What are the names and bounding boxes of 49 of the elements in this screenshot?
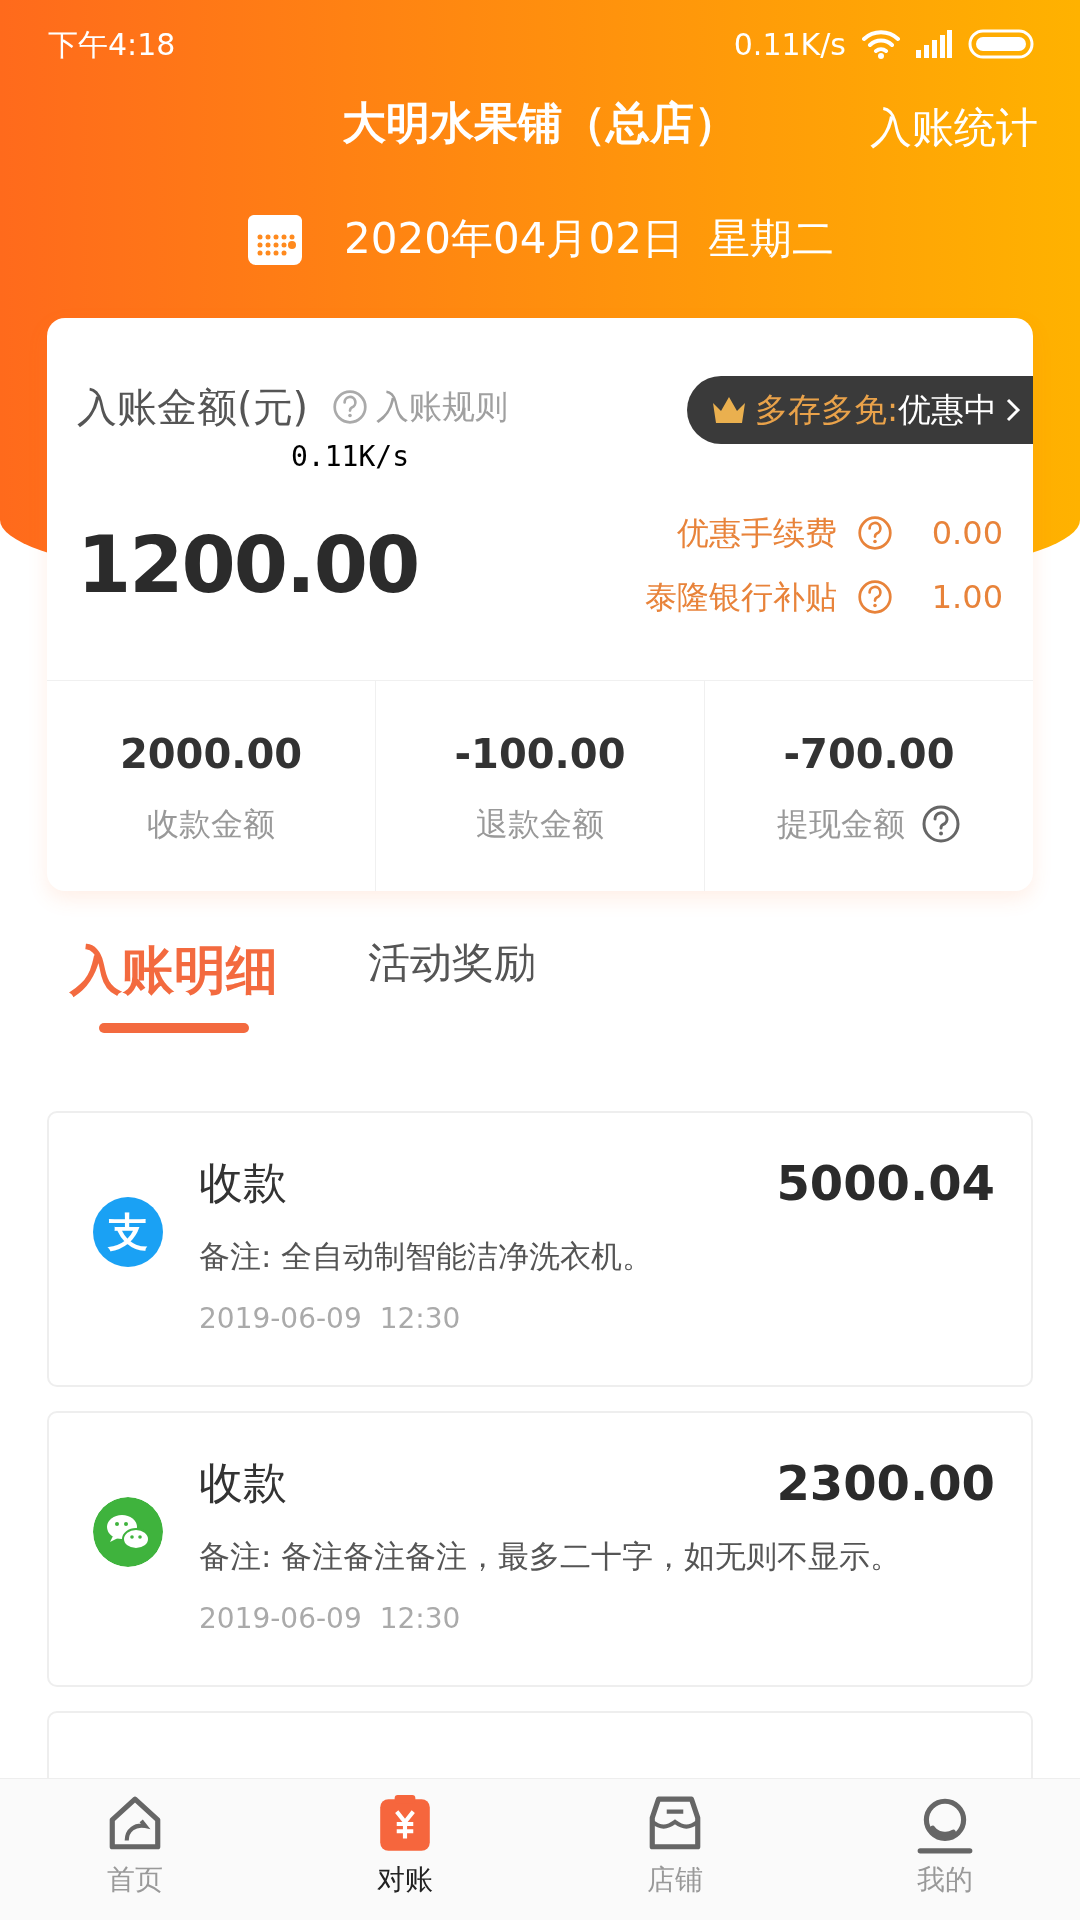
transaction-time: 12:30: [379, 1600, 461, 1637]
nav-tab[interactable]: 首页: [0, 1779, 270, 1920]
summary-label: 入账金额(元): [77, 383, 309, 432]
stats-link[interactable]: 入账统计: [870, 96, 1038, 159]
alipay-icon: 支: [93, 1197, 163, 1267]
chevron-right-icon: [1005, 396, 1021, 424]
adjustment-value: 0.00: [930, 513, 1003, 554]
total-value: -100.00: [454, 730, 626, 779]
transaction-amount: 5000.04: [776, 1154, 995, 1213]
transaction-card[interactable]: 收款 2300.00 备注: 备注备注备注，最多二十字，如无则不显示。 2019-06-09 12:30: [47, 1411, 1033, 1687]
nav-tab[interactable]: 我的: [810, 1779, 1080, 1920]
nav-tab[interactable]: 对账: [270, 1779, 540, 1920]
total-label: 收款金额: [147, 804, 275, 845]
rule-link[interactable]: 入账规则: [332, 382, 509, 432]
help-icon[interactable]: [857, 515, 893, 551]
nav-tab[interactable]: 店铺: [540, 1779, 810, 1920]
wifi-icon: [862, 29, 900, 59]
store-title: 大明水果铺（总店）: [342, 96, 738, 150]
battery-icon: [968, 29, 1034, 59]
signal-icon: [916, 30, 952, 58]
status-time: 下午4:18: [48, 25, 176, 64]
total-value: 2000.00: [119, 730, 303, 779]
balance-amount: 1200.00: [77, 518, 419, 612]
network-speed: 0.11K/s: [733, 25, 846, 64]
transaction-date: 2019-06-09: [199, 1300, 362, 1337]
transaction-date: 2019-06-09: [199, 1600, 362, 1637]
transaction-title: 收款: [199, 1156, 287, 1210]
floating-speed: 0.11K/s: [291, 439, 409, 475]
total-label: 提现金额: [777, 804, 905, 845]
tab[interactable]: 入账明细: [70, 931, 278, 1009]
adjustment-value: 1.00: [930, 577, 1003, 618]
tab[interactable]: 活动奖励: [368, 931, 536, 994]
adjustment-label: 优惠手续费: [677, 513, 837, 554]
adjustment-label: 泰隆银行补贴: [645, 577, 837, 618]
transaction-note: 备注: 备注备注备注，最多二十字，如无则不显示。: [199, 1537, 903, 1576]
total-value: -700.00: [783, 730, 955, 779]
transaction-time: 12:30: [379, 1300, 461, 1337]
promo-badge[interactable]: 多存多免:优惠中: [686, 376, 1033, 444]
transaction-amount: 2300.00: [776, 1454, 995, 1513]
weekday-text: 星期二: [707, 212, 834, 265]
help-icon[interactable]: [921, 804, 961, 844]
total-label: 退款金额: [476, 804, 604, 845]
crown-icon: [710, 395, 747, 425]
transaction-card[interactable]: 支 收款 5000.04 备注: 全自动制智能洁净洗衣机。 2019-06-09 12:30: [47, 1111, 1033, 1387]
wechat-icon: [93, 1497, 163, 1567]
help-icon[interactable]: [857, 579, 893, 615]
transaction-note: 备注: 全自动制智能洁净洗衣机。: [199, 1237, 655, 1276]
date-text[interactable]: 2020年04月02日: [344, 206, 684, 270]
transaction-title: 收款: [199, 1456, 287, 1510]
